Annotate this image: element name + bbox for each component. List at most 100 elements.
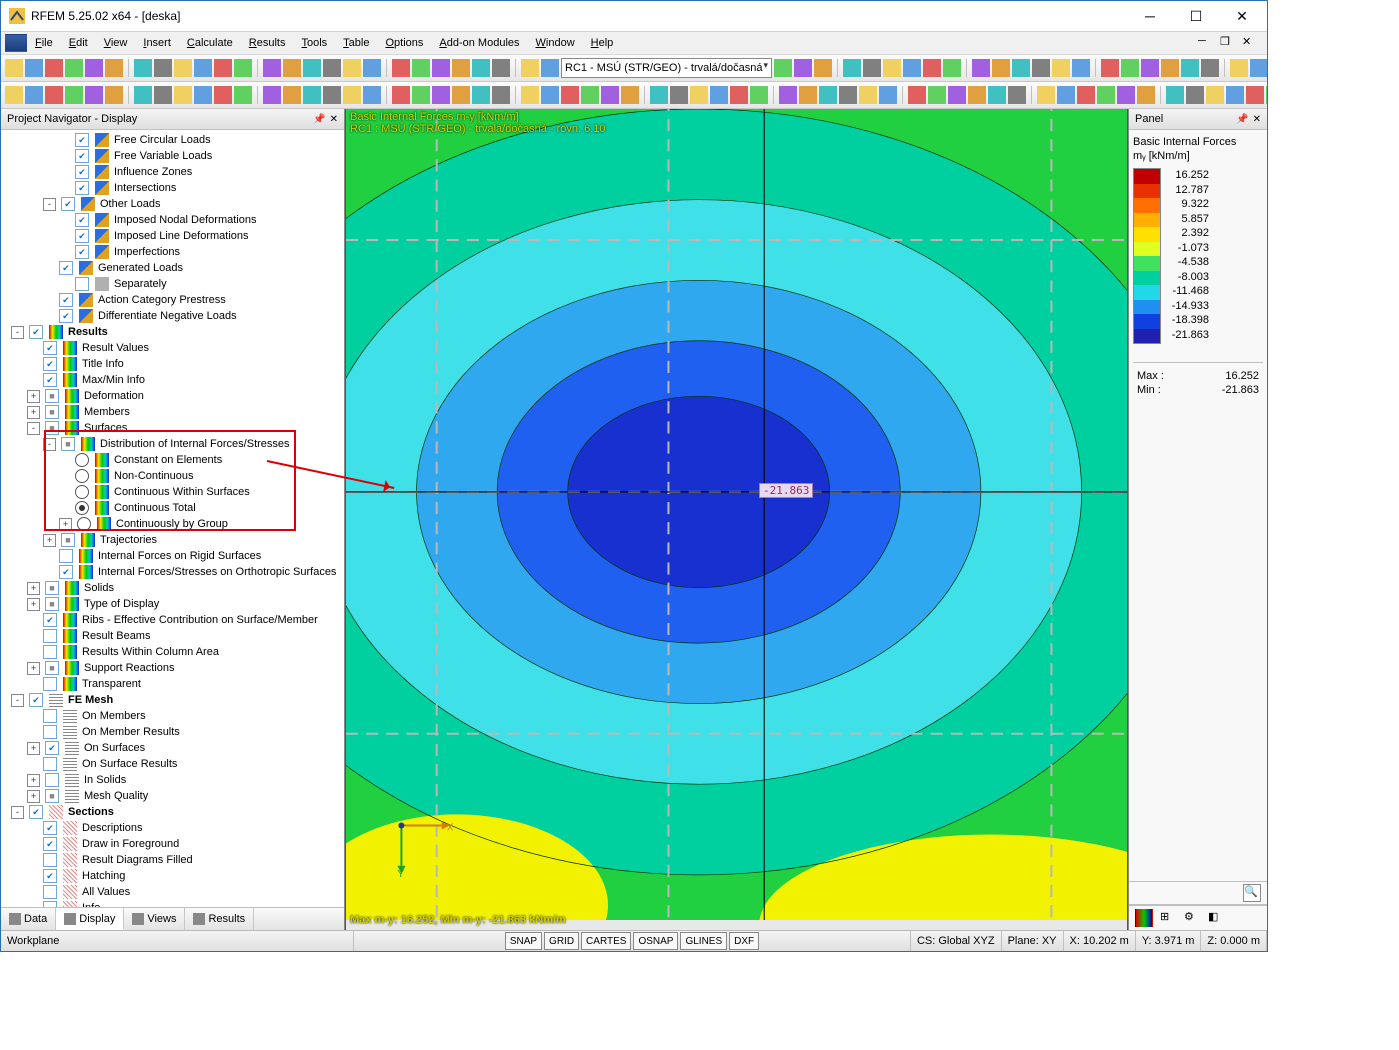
toolbar-button[interactable] (1201, 59, 1219, 77)
toolbar-button[interactable] (323, 59, 341, 77)
toolbar-button[interactable] (1206, 86, 1224, 104)
close-button[interactable]: ✕ (1219, 1, 1265, 31)
snap-snap[interactable]: SNAP (505, 932, 542, 950)
toolbar-button[interactable] (750, 86, 768, 104)
expander-icon[interactable]: - (43, 198, 56, 211)
toolbar-button[interactable] (923, 59, 941, 77)
checkbox[interactable]: ✔ (43, 373, 57, 387)
toolbar-button[interactable] (25, 59, 43, 77)
toolbar-button[interactable] (1246, 86, 1264, 104)
menu-results[interactable]: Results (241, 35, 294, 51)
menu-options[interactable]: Options (377, 35, 431, 51)
tree-item[interactable]: -✔Results (1, 324, 344, 340)
toolbar-button[interactable] (65, 86, 83, 104)
toolbar-button[interactable] (283, 86, 301, 104)
minimize-button[interactable]: ─ (1127, 1, 1173, 31)
tree-item[interactable]: Internal Forces on Rigid Surfaces (1, 548, 344, 564)
tree-item[interactable]: ✔Descriptions (1, 820, 344, 836)
toolbar-button[interactable] (283, 59, 301, 77)
toolbar-button[interactable] (105, 59, 123, 77)
checkbox[interactable] (59, 549, 73, 563)
toolbar-button[interactable] (928, 86, 946, 104)
checkbox[interactable]: ✔ (43, 341, 57, 355)
navtab-views[interactable]: Views (124, 908, 185, 930)
tree-item[interactable]: On Members (1, 708, 344, 724)
checkbox[interactable]: ■ (61, 437, 75, 451)
toolbar-button[interactable] (323, 86, 341, 104)
tree-item[interactable]: ✔Max/Min Info (1, 372, 344, 388)
toolbar-button[interactable] (412, 59, 430, 77)
tree-item[interactable]: ✔Title Info (1, 356, 344, 372)
navtab-data[interactable]: Data (1, 908, 56, 930)
toolbar-button[interactable] (521, 59, 539, 77)
checkbox[interactable]: ✔ (75, 149, 89, 163)
expander-icon[interactable]: + (27, 390, 40, 403)
toolbar-button[interactable] (412, 86, 430, 104)
tree-item[interactable]: +■Members (1, 404, 344, 420)
toolbar-button[interactable] (392, 59, 410, 77)
checkbox[interactable] (43, 725, 57, 739)
checkbox[interactable]: ✔ (43, 821, 57, 835)
mdi-close-icon[interactable]: ✕ (1241, 34, 1259, 52)
radio[interactable] (75, 501, 89, 515)
toolbar-button[interactable] (1166, 86, 1184, 104)
toolbar-button[interactable] (859, 86, 877, 104)
checkbox[interactable]: ✔ (43, 869, 57, 883)
toolbar-button[interactable] (1181, 59, 1199, 77)
expander-icon[interactable]: + (27, 774, 40, 787)
toolbar-button[interactable] (214, 86, 232, 104)
tree-item[interactable]: Results Within Column Area (1, 644, 344, 660)
snap-osnap[interactable]: OSNAP (633, 932, 678, 950)
radio[interactable] (75, 469, 89, 483)
tree-item[interactable]: ✔Draw in Foreground (1, 836, 344, 852)
toolbar-button[interactable] (154, 59, 172, 77)
toolbar-button[interactable] (1101, 59, 1119, 77)
menu-edit[interactable]: Edit (61, 35, 96, 51)
toolbar-button[interactable] (432, 86, 450, 104)
tree-item[interactable]: +■Solids (1, 580, 344, 596)
checkbox[interactable]: ✔ (61, 197, 75, 211)
tree-item[interactable]: ✔Imposed Line Deformations (1, 228, 344, 244)
toolbar-button[interactable] (879, 86, 897, 104)
expander-icon[interactable]: - (11, 694, 24, 707)
tree-item[interactable]: ✔Imposed Nodal Deformations (1, 212, 344, 228)
tree-item[interactable]: +✔On Surfaces (1, 740, 344, 756)
toolbar-button[interactable] (1266, 86, 1267, 104)
toolbar-button[interactable] (1032, 59, 1050, 77)
tree-item[interactable]: Separately (1, 276, 344, 292)
toolbar-button[interactable] (1117, 86, 1135, 104)
tree-item[interactable]: -✔FE Mesh (1, 692, 344, 708)
options-icon[interactable]: ◧ (1207, 909, 1225, 927)
checkbox[interactable]: ✔ (59, 293, 73, 307)
checkbox[interactable]: ■ (45, 421, 59, 435)
snap-grid[interactable]: GRID (544, 932, 579, 950)
toolbar-button[interactable] (452, 59, 470, 77)
toolbar-button[interactable] (452, 86, 470, 104)
toolbar-button[interactable] (1008, 86, 1026, 104)
tree-item[interactable]: ✔Action Category Prestress (1, 292, 344, 308)
mdi-restore-icon[interactable]: ❐ (1219, 34, 1237, 52)
tree-item[interactable]: Transparent (1, 676, 344, 692)
panel-pin-icon[interactable]: 📌 (1236, 114, 1248, 125)
toolbar-button[interactable] (1097, 86, 1115, 104)
tree-item[interactable]: +■Mesh Quality (1, 788, 344, 804)
navtab-display[interactable]: Display (56, 908, 124, 930)
checkbox[interactable]: ■ (45, 661, 59, 675)
expander-icon[interactable]: - (27, 422, 40, 435)
checkbox[interactable]: ✔ (43, 837, 57, 851)
toolbar-button[interactable] (1077, 86, 1095, 104)
tree-item[interactable]: -■Distribution of Internal Forces/Stress… (1, 436, 344, 452)
expander-icon[interactable]: + (27, 582, 40, 595)
tree-item[interactable]: +■Support Reactions (1, 660, 344, 676)
checkbox[interactable]: ✔ (75, 213, 89, 227)
checkbox[interactable]: ✔ (29, 325, 43, 339)
toolbar-button[interactable] (1012, 59, 1030, 77)
toolbar-button[interactable] (45, 59, 63, 77)
tree-item[interactable]: Continuous Total (1, 500, 344, 516)
toolbar-button[interactable] (105, 86, 123, 104)
tree-item[interactable]: ✔Intersections (1, 180, 344, 196)
checkbox[interactable] (43, 709, 57, 723)
snap-glines[interactable]: GLINES (680, 932, 727, 950)
checkbox[interactable] (43, 853, 57, 867)
expander-icon[interactable]: + (43, 534, 56, 547)
